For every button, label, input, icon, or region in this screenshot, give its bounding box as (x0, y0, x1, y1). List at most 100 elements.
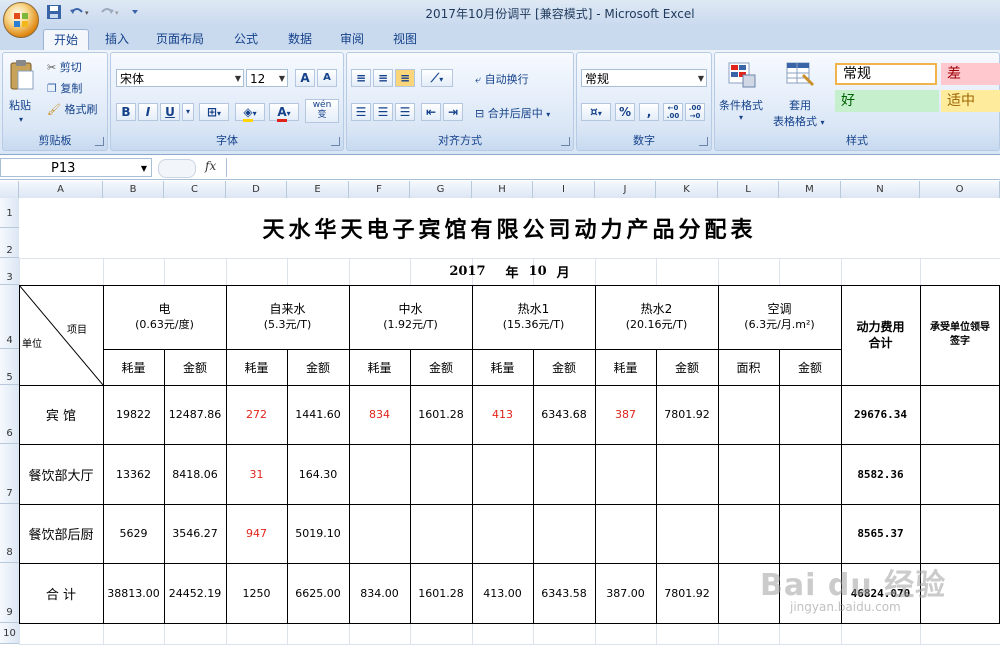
sign-cell[interactable] (920, 385, 1000, 444)
border-line (19, 444, 1000, 445)
group-price: (5.3元/T) (263, 318, 312, 331)
table-cell[interactable] (656, 444, 718, 504)
table-cell[interactable]: 6343.58 (533, 563, 595, 623)
table-cell[interactable] (718, 444, 779, 504)
table-cell[interactable] (472, 444, 533, 504)
table-cell[interactable]: 387 (595, 385, 656, 444)
sub-header[interactable]: 金额 (779, 349, 841, 385)
sub-header[interactable]: 金额 (164, 349, 226, 385)
table-cell[interactable] (718, 385, 779, 444)
table-cell[interactable] (349, 444, 410, 504)
sub-header[interactable]: 耗量 (595, 349, 656, 385)
sub-header[interactable]: 面积 (718, 349, 779, 385)
table-cell[interactable]: 24452.19 (164, 563, 226, 623)
sheet-title[interactable]: 天水华天电子宾馆有限公司动力产品分配表 (19, 198, 1000, 258)
table-cell[interactable]: 272 (226, 385, 287, 444)
table-cell[interactable]: 164.30 (287, 444, 349, 504)
diagonal-header[interactable]: 项目 单位 (19, 285, 103, 385)
table-cell[interactable] (656, 504, 718, 563)
period-part: 年 (505, 266, 519, 281)
border-line (533, 349, 534, 623)
group-header[interactable]: 热水1 (15.36元/T) (472, 285, 595, 349)
table-cell[interactable]: 5019.10 (287, 504, 349, 563)
table-cell[interactable]: 947 (226, 504, 287, 563)
sub-header[interactable]: 耗量 (349, 349, 410, 385)
table-cell[interactable] (595, 504, 656, 563)
table-cell[interactable]: 12487.86 (164, 385, 226, 444)
group-name: 热水2 (640, 302, 673, 316)
table-cell[interactable]: 413 (472, 385, 533, 444)
border-line (410, 349, 411, 623)
period-part: 10 (528, 264, 547, 279)
table-cell[interactable]: 31 (226, 444, 287, 504)
table-cell[interactable] (779, 385, 841, 444)
sub-header[interactable]: 金额 (287, 349, 349, 385)
table-cell[interactable]: 1601.28 (410, 385, 472, 444)
sub-header[interactable]: 耗量 (103, 349, 164, 385)
table-cell[interactable]: 19822 (103, 385, 164, 444)
table-cell[interactable] (533, 504, 595, 563)
sign-cell[interactable] (920, 444, 1000, 504)
table-cell[interactable]: 413.00 (472, 563, 533, 623)
table-cell[interactable] (595, 444, 656, 504)
table-cell[interactable] (410, 504, 472, 563)
total-header[interactable]: 动力费用合计 (841, 285, 920, 385)
table-cell[interactable] (349, 504, 410, 563)
border-line (718, 285, 719, 623)
sub-header[interactable]: 耗量 (226, 349, 287, 385)
table-cell[interactable] (410, 444, 472, 504)
border-line (349, 285, 350, 623)
watermark-url: jingyan.baidu.com (790, 600, 901, 614)
gridline (19, 644, 1000, 645)
sub-header[interactable]: 金额 (533, 349, 595, 385)
table-cell[interactable] (779, 504, 841, 563)
table-cell[interactable] (533, 444, 595, 504)
table-cell[interactable] (779, 444, 841, 504)
table-cell[interactable] (472, 504, 533, 563)
row-total[interactable]: 29676.34 (841, 385, 920, 444)
sub-header[interactable]: 金额 (410, 349, 472, 385)
table-cell[interactable]: 5629 (103, 504, 164, 563)
table-cell[interactable]: 13362 (103, 444, 164, 504)
sign-header[interactable]: 承受单位领导签字 (920, 285, 1000, 385)
table-cell[interactable]: 834.00 (349, 563, 410, 623)
table-cell[interactable]: 1601.28 (410, 563, 472, 623)
row-unit-label[interactable]: 餐饮部后厨 (19, 504, 103, 563)
group-name: 自来水 (269, 302, 306, 316)
row-unit-label[interactable]: 合 计 (19, 563, 103, 623)
row-unit-label[interactable]: 宾 馆 (19, 385, 103, 444)
table-cell[interactable]: 3546.27 (164, 504, 226, 563)
group-header[interactable]: 空调 (6.3元/月.m²) (718, 285, 841, 349)
worksheet[interactable]: 天水华天电子宾馆有限公司动力产品分配表 2017 年 10 月项目 单位 电 (0.63元/度… (0, 0, 1000, 645)
office-logo-icon (13, 12, 29, 28)
group-header[interactable]: 自来水 (5.3元/T) (226, 285, 349, 349)
border-line (19, 285, 1000, 286)
diagonal-unit-label: 单位 (22, 339, 42, 350)
office-button[interactable] (3, 2, 39, 38)
table-cell[interactable]: 38813.00 (103, 563, 164, 623)
sub-header[interactable]: 耗量 (472, 349, 533, 385)
table-cell[interactable]: 834 (349, 385, 410, 444)
group-name: 热水1 (517, 302, 550, 316)
sub-header[interactable]: 金额 (656, 349, 718, 385)
table-cell[interactable]: 8418.06 (164, 444, 226, 504)
table-cell[interactable]: 7801.92 (656, 563, 718, 623)
report-period[interactable]: 2017 年 10 月 (19, 258, 1000, 285)
table-cell[interactable]: 6343.68 (533, 385, 595, 444)
row-total[interactable]: 8565.37 (841, 504, 920, 563)
group-price: (0.63元/度) (135, 318, 194, 331)
group-header[interactable]: 电 (0.63元/度) (103, 285, 226, 349)
table-cell[interactable]: 1441.60 (287, 385, 349, 444)
table-cell[interactable]: 1250 (226, 563, 287, 623)
border-line (103, 285, 104, 623)
row-total[interactable]: 8582.36 (841, 444, 920, 504)
table-cell[interactable]: 6625.00 (287, 563, 349, 623)
table-cell[interactable] (718, 504, 779, 563)
table-cell[interactable]: 387.00 (595, 563, 656, 623)
group-price: (15.36元/T) (502, 318, 565, 331)
row-unit-label[interactable]: 餐饮部大厅 (19, 444, 103, 504)
table-cell[interactable]: 7801.92 (656, 385, 718, 444)
sign-cell[interactable] (920, 504, 1000, 563)
group-header[interactable]: 热水2 (20.16元/T) (595, 285, 718, 349)
group-header[interactable]: 中水 (1.92元/T) (349, 285, 472, 349)
